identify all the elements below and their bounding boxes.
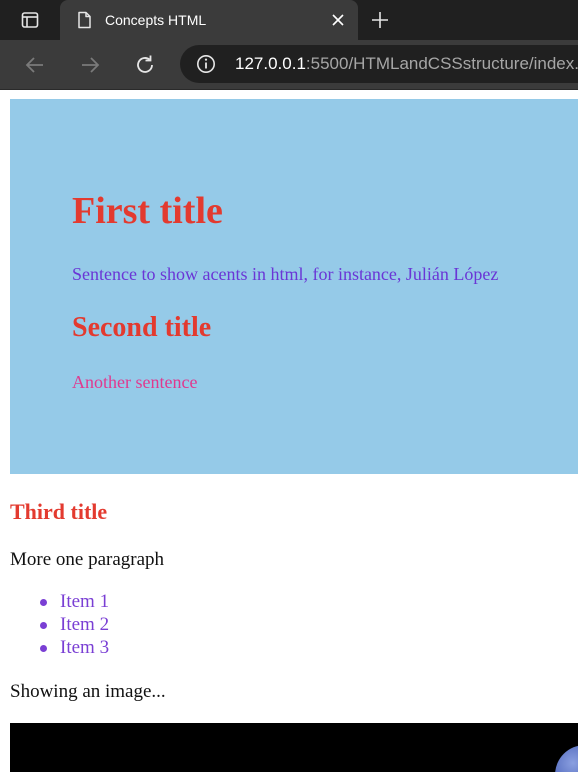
bullet-icon: [40, 645, 47, 652]
reload-button[interactable]: [132, 52, 158, 78]
url-path: :5500/HTMLandCSSstructure/index.: [305, 54, 578, 73]
another-sentence: Another sentence: [72, 372, 198, 392]
item-list: Item 1 Item 2 Item 3: [38, 590, 109, 659]
url-text[interactable]: 127.0.0.1:5500/HTMLandCSSstructure/index…: [235, 45, 578, 83]
image-caption: Showing an image...: [10, 681, 166, 702]
tab-title: Concepts HTML: [105, 12, 207, 28]
new-tab-button[interactable]: [368, 8, 392, 32]
space-image: [10, 723, 578, 772]
info-icon[interactable]: [196, 54, 216, 74]
page-favicon-icon: [78, 11, 91, 29]
tab-actions-button[interactable]: [0, 0, 60, 40]
second-title: Second title: [72, 312, 212, 343]
page-content: First title Sentence to show acents in h…: [0, 90, 578, 772]
arrow-left-icon: [25, 57, 43, 73]
first-title: First title: [72, 190, 223, 232]
tab-concepts-html[interactable]: Concepts HTML: [60, 0, 358, 40]
close-icon: [332, 14, 344, 26]
bullet-icon: [40, 599, 47, 606]
tab-actions-icon: [21, 12, 39, 28]
back-button[interactable]: [22, 52, 48, 78]
list-item-label: Item 3: [60, 637, 110, 658]
third-title: Third title: [10, 499, 108, 524]
forward-button[interactable]: [77, 52, 103, 78]
list-item: Item 2: [38, 613, 109, 636]
plus-icon: [372, 12, 388, 28]
accent-sentence: Sentence to show acents in html, for ins…: [72, 264, 499, 284]
tab-bar: Concepts HTML: [0, 0, 578, 40]
list-item-label: Item 2: [60, 614, 110, 635]
list-item: Item 3: [38, 636, 109, 659]
arrow-right-icon: [82, 57, 100, 73]
url-host: 127.0.0.1: [235, 54, 306, 73]
list-item-label: Item 1: [60, 591, 110, 612]
planet-image: [555, 745, 578, 772]
bullet-icon: [40, 622, 47, 629]
hero-section: First title Sentence to show acents in h…: [10, 99, 578, 474]
paragraph: More one paragraph: [10, 549, 165, 570]
list-item: Item 1: [38, 590, 109, 613]
reload-icon: [137, 55, 153, 73]
tab-close-button[interactable]: [328, 10, 348, 30]
